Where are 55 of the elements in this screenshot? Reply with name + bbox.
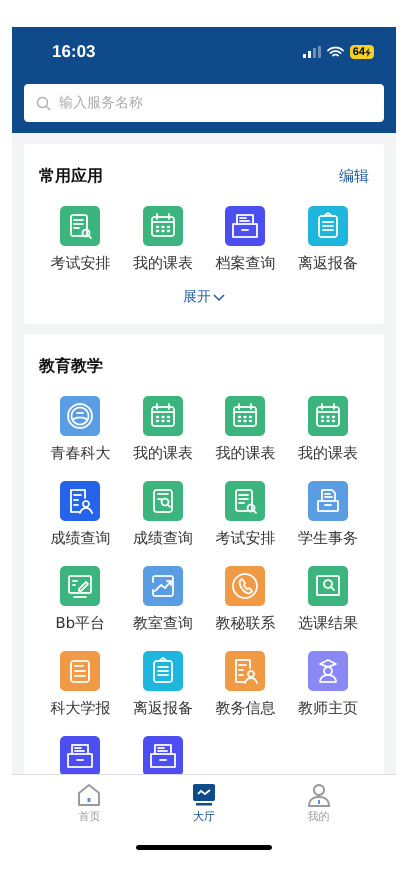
section-title: 常用应用: [39, 165, 103, 187]
app-icon[interactable]: [225, 396, 266, 436]
app-label: 离返报备: [132, 698, 193, 718]
user-icon: [306, 783, 331, 807]
home-icon: [77, 783, 102, 807]
battery-indicator: 64: [350, 45, 374, 59]
bolt-icon: [365, 48, 371, 56]
app-label: 我的课表: [132, 443, 193, 463]
app-label: 教室查询: [132, 613, 193, 633]
clock: 16:03: [52, 41, 96, 64]
app-label: 青春科大: [50, 443, 110, 463]
app-icon[interactable]: [142, 651, 183, 691]
section-title: 教育教学: [39, 355, 104, 377]
app-label: Bb平台: [55, 613, 106, 633]
app-icon[interactable]: [142, 566, 183, 606]
app-icon[interactable]: [225, 481, 266, 521]
app-label: 选课结果: [298, 613, 358, 633]
app-label: 成绩查询: [132, 528, 193, 548]
app-label: 档案查询: [215, 253, 276, 273]
app-label: 教秘联系: [215, 613, 276, 633]
search-icon: [36, 96, 51, 111]
app-icon[interactable]: [308, 396, 348, 436]
app-label: 科大学报: [50, 698, 110, 718]
app-icon[interactable]: [225, 206, 266, 246]
app-label: 我的课表: [215, 443, 276, 463]
app-label: 考试安排: [215, 528, 276, 548]
app-label: 考试安排: [50, 253, 110, 273]
search-field[interactable]: 输入服务名称: [24, 84, 384, 122]
expand-button[interactable]: 展开: [183, 287, 225, 308]
tab[interactable]: 大厅: [174, 783, 234, 826]
app-icon[interactable]: [60, 736, 100, 774]
app-icon[interactable]: [60, 206, 100, 246]
app-label: 学生事务: [298, 528, 358, 548]
app-label: 离返报备: [298, 253, 358, 273]
signal-icon: [302, 46, 321, 58]
app-icon[interactable]: [142, 206, 183, 246]
app-icon[interactable]: [60, 396, 100, 436]
app-icon[interactable]: [308, 651, 348, 691]
app-icon[interactable]: [308, 481, 348, 521]
app-icon[interactable]: [142, 396, 183, 436]
app-label: 我的课表: [298, 443, 358, 463]
app-icon[interactable]: [60, 481, 100, 521]
app-icon[interactable]: [142, 736, 183, 774]
app-label: 教务信息: [215, 698, 276, 718]
monitor-icon: [192, 783, 216, 807]
app-label: 我的课表: [132, 253, 193, 273]
app-icon[interactable]: [308, 206, 348, 246]
app-icon[interactable]: [60, 566, 100, 606]
app-label: 教师主页: [298, 698, 358, 718]
wifi-icon: [326, 46, 344, 58]
chevron-down-icon: [213, 294, 225, 302]
app-icon[interactable]: [142, 481, 183, 521]
app-label: 成绩查询: [50, 528, 110, 548]
app-icon[interactable]: [308, 566, 348, 606]
edit-link[interactable]: 编辑: [339, 164, 369, 188]
